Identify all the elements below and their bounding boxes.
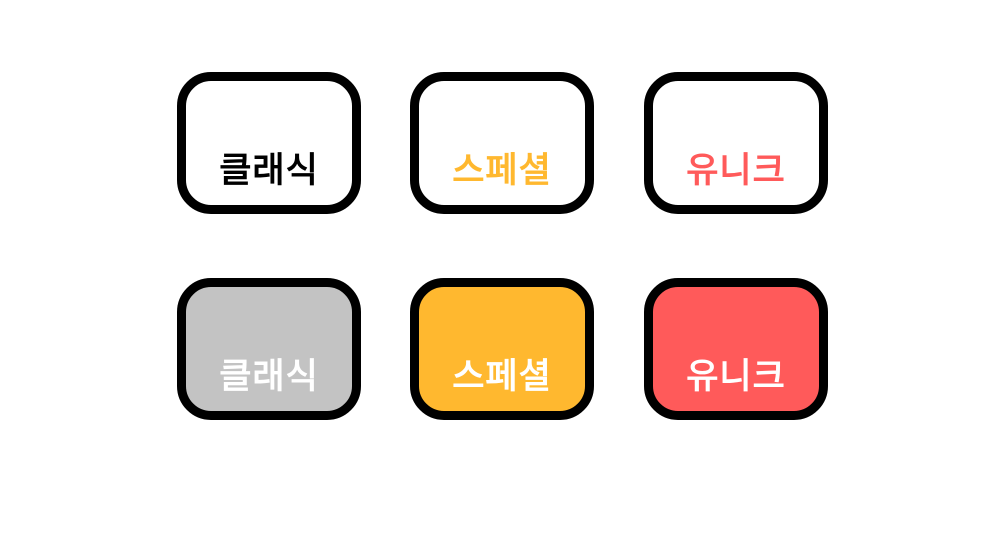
tile-unique-outline[interactable]: 유니크 (644, 72, 828, 214)
tile-label-classic: 클래식 (219, 357, 319, 397)
tile-label-unique: 유니크 (686, 151, 786, 191)
tile-label-special: 스페셜 (452, 151, 552, 191)
tile-label-classic: 클래식 (219, 151, 319, 191)
tile-classic-outline[interactable]: 클래식 (177, 72, 361, 214)
tile-classic-filled[interactable]: 클래식 (177, 278, 361, 420)
tile-unique-filled[interactable]: 유니크 (644, 278, 828, 420)
tile-label-unique: 유니크 (686, 357, 786, 397)
tile-label-special: 스페셜 (452, 357, 552, 397)
tile-special-outline[interactable]: 스페셜 (410, 72, 594, 214)
tile-special-filled[interactable]: 스페셜 (410, 278, 594, 420)
